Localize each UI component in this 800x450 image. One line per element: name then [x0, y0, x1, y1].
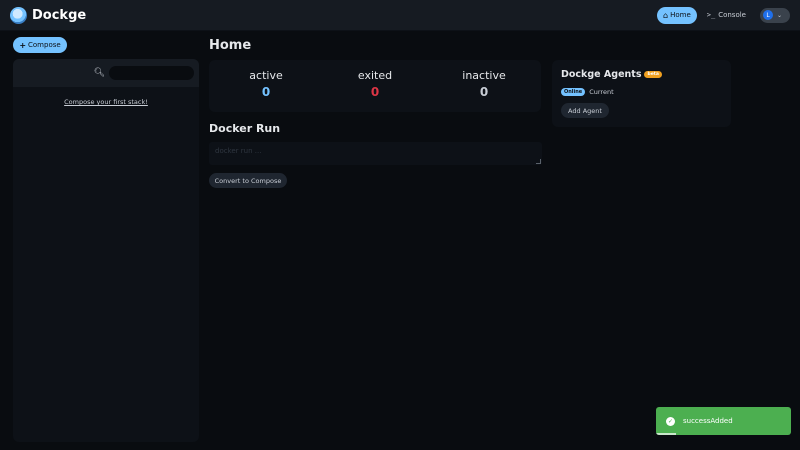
toast-message: successAdded [683, 417, 733, 425]
convert-to-compose-button[interactable]: Convert to Compose [209, 173, 287, 188]
top-navbar: Dockge ⌂ Home >_ Console L ⌄ [0, 0, 800, 31]
agent-item: Online Current [561, 88, 614, 96]
brand-link[interactable]: Dockge [10, 6, 87, 24]
stat-label: active [249, 69, 283, 82]
terminal-icon: >_ [706, 11, 716, 19]
stat-value: 0 [261, 85, 271, 99]
stat-exited: exited 0 [330, 69, 420, 99]
page-title: Home [209, 38, 252, 53]
textarea-resize-handle[interactable] [536, 159, 541, 164]
stat-label: inactive [462, 69, 506, 82]
avatar: L [763, 10, 773, 20]
sidebar-search-bar: 🔍︎ [13, 59, 199, 87]
profile-dropdown[interactable]: L ⌄ [760, 7, 790, 23]
add-agent-button[interactable]: Add Agent [561, 103, 609, 118]
status-badge: Online [561, 88, 586, 96]
search-icon: 🔍︎ [93, 68, 105, 78]
plus-icon: + [19, 40, 27, 50]
agents-title-text: Dockge Agents [561, 69, 642, 80]
stat-active: active 0 [221, 69, 311, 99]
compose-first-stack-link[interactable]: Compose your first stack! [13, 98, 199, 106]
docker-run-heading: Docker Run [209, 122, 281, 135]
home-icon: ⌂ [663, 10, 669, 20]
nav-home-label: Home [670, 11, 691, 19]
agents-heading: Dockge Agents beta [561, 69, 662, 80]
nav-menu: ⌂ Home >_ Console L ⌄ [657, 6, 790, 24]
docker-run-textarea[interactable] [209, 142, 542, 165]
nav-console-label: Console [718, 11, 746, 19]
compose-button-label: Compose [28, 41, 61, 49]
stack-list-sidebar: 🔍︎ Compose your first stack! [13, 59, 199, 442]
stat-value: 0 [370, 85, 380, 99]
check-circle-icon: ✓ [666, 416, 675, 426]
stat-label: exited [357, 69, 393, 82]
search-input[interactable] [109, 66, 194, 80]
nav-console-link[interactable]: >_ Console [707, 11, 746, 19]
nav-home-button[interactable]: ⌂ Home [657, 6, 697, 24]
dockge-agents-card: Dockge Agents beta Online Current Add Ag… [552, 60, 731, 127]
dockge-logo-icon [10, 6, 27, 24]
stat-inactive: inactive 0 [439, 69, 529, 99]
brand-name: Dockge [32, 7, 87, 23]
compose-button[interactable]: + Compose [13, 37, 67, 53]
chevron-down-icon: ⌄ [777, 11, 783, 19]
beta-badge: beta [644, 71, 662, 78]
toast-progress-bar [656, 433, 677, 435]
agent-name: Current [589, 88, 614, 96]
stat-value: 0 [479, 85, 489, 99]
stack-stats-card: active 0 exited 0 inactive 0 [209, 60, 541, 112]
success-toast[interactable]: ✓ successAdded [656, 407, 791, 435]
